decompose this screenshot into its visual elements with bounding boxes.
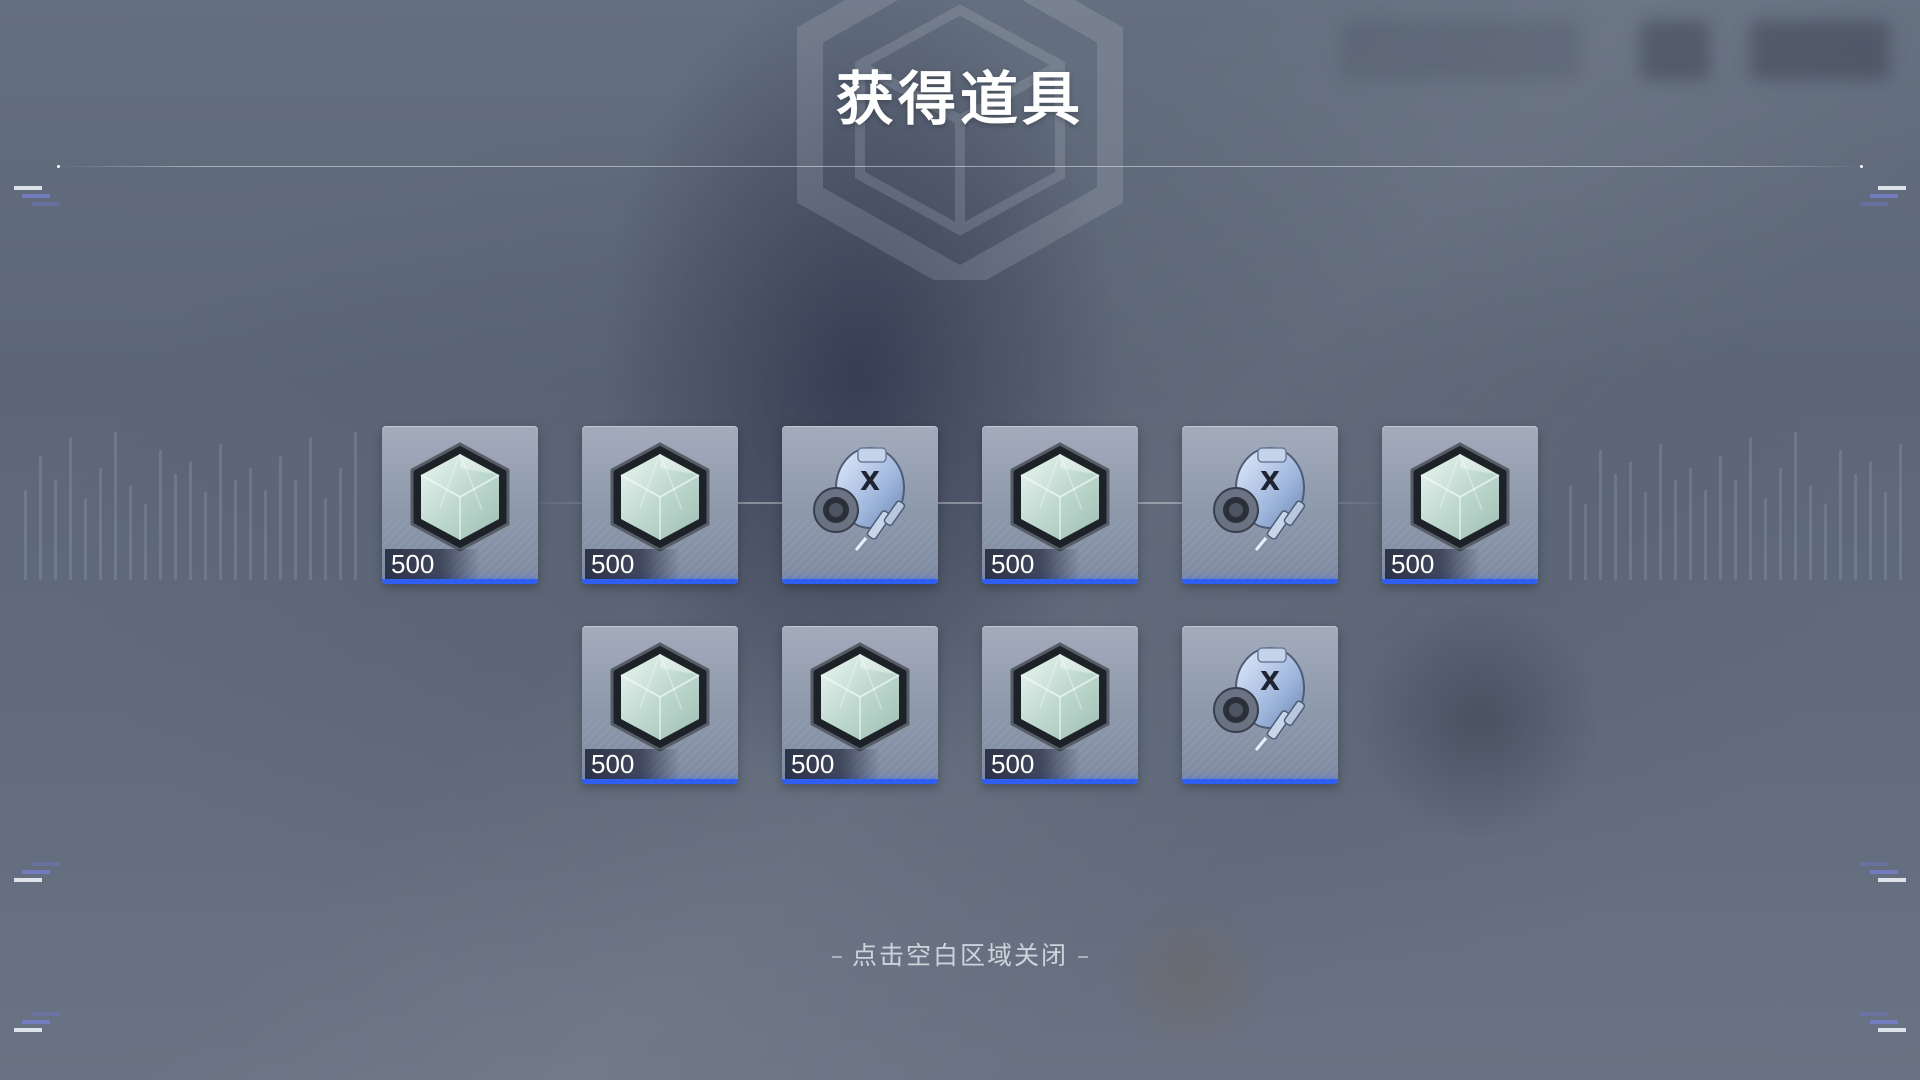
item-quantity: 500 [1385,549,1481,579]
item-quantity: 500 [985,749,1081,779]
reward-item[interactable]: 500 [382,426,538,584]
reward-item[interactable]: 500 [582,426,738,584]
canister-module-icon: X [1213,647,1306,751]
hex-crystal-icon [410,442,510,552]
reward-row: 500 500 500 X [0,626,1920,786]
item-quantity: 500 [585,749,681,779]
hint-dash-right [1078,956,1088,958]
reward-item[interactable]: 500 [782,626,938,784]
reward-row: 500 500 X 500 X 500 [0,426,1920,586]
rarity-bar [582,579,738,584]
reward-item[interactable]: 500 [1382,426,1538,584]
rarity-bar [982,579,1138,584]
reward-grid: 500 500 X 500 X 500 500 500 500 X [0,0,1920,1080]
rarity-bar [1382,579,1538,584]
svg-text:X: X [1260,467,1280,497]
hex-crystal-icon [1010,442,1110,552]
hex-crystal-icon [810,642,910,752]
rarity-bar [782,779,938,784]
close-hint-text: 点击空白区域关闭 [851,941,1068,970]
rarity-bar [982,779,1138,784]
item-quantity: 500 [985,549,1081,579]
hex-crystal-icon [610,642,710,752]
hex-crystal-icon [1010,642,1110,752]
rarity-bar [382,579,538,584]
reward-item[interactable]: X [782,426,938,584]
reward-item[interactable]: X [1182,626,1338,784]
svg-text:X: X [860,467,880,497]
hex-crystal-icon [1410,442,1510,552]
close-hint[interactable]: 点击空白区域关闭 [0,936,1920,972]
item-quantity: 500 [385,549,481,579]
reward-item[interactable]: 500 [982,426,1138,584]
rarity-bar [1182,579,1338,584]
rarity-bar [582,779,738,784]
reward-item[interactable]: 500 [582,626,738,784]
canister-module-icon: X [1213,447,1306,551]
item-quantity: 500 [785,749,881,779]
reward-item[interactable]: 500 [982,626,1138,784]
svg-text:X: X [1260,667,1280,697]
canister-module-icon: X [813,447,906,551]
hint-dash-left [831,956,842,958]
hex-crystal-icon [610,442,710,552]
item-quantity: 500 [585,549,681,579]
rarity-bar [1182,779,1338,784]
reward-item[interactable]: X [1182,426,1338,584]
rarity-bar [782,579,938,584]
